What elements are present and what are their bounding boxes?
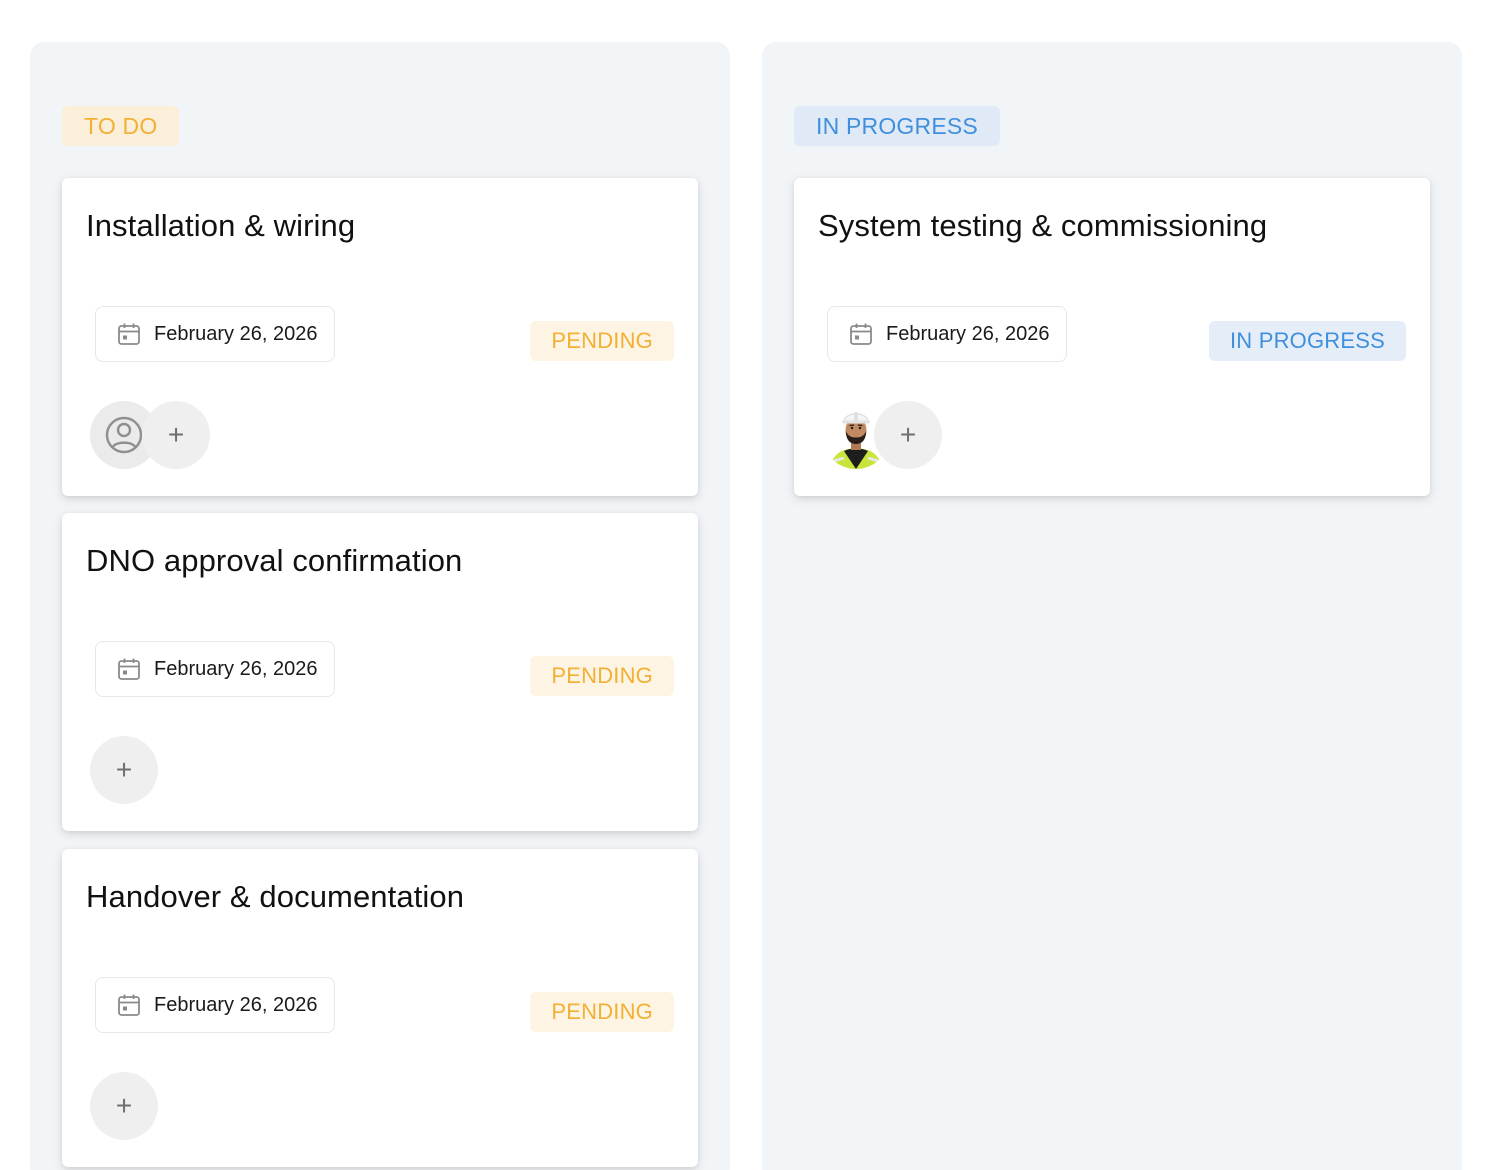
plus-icon: +	[115, 754, 133, 785]
due-date-chip[interactable]: February 26, 2026	[95, 306, 336, 362]
kanban-board: TO DO Installation & wiring February 26,…	[0, 0, 1492, 1170]
task-card[interactable]: System testing & commissioning February …	[794, 178, 1430, 496]
plus-icon: +	[115, 1090, 133, 1121]
add-assignee-button[interactable]: +	[90, 1072, 158, 1140]
due-date-chip[interactable]: February 26, 2026	[95, 977, 336, 1033]
calendar-icon	[848, 321, 874, 347]
task-title: Installation & wiring	[86, 208, 356, 243]
task-title: DNO approval confirmation	[86, 543, 463, 578]
task-card[interactable]: Installation & wiring February 26, 2026 …	[62, 178, 698, 496]
column-todo: TO DO Installation & wiring February 26,…	[30, 42, 730, 1170]
task-card[interactable]: Handover & documentation February 26, 20…	[62, 849, 698, 1167]
plus-icon: +	[167, 419, 185, 450]
calendar-icon	[116, 656, 142, 682]
column-label-todo: TO DO	[62, 106, 180, 146]
status-badge: PENDING	[530, 321, 674, 361]
calendar-icon	[116, 321, 142, 347]
add-assignee-button[interactable]: +	[90, 736, 158, 804]
task-title: System testing & commissioning	[818, 208, 1268, 243]
due-date-chip[interactable]: February 26, 2026	[95, 641, 336, 697]
due-date-chip[interactable]: February 26, 2026	[827, 306, 1068, 362]
status-badge: PENDING	[530, 656, 674, 696]
calendar-icon	[116, 992, 142, 1018]
task-card[interactable]: DNO approval confirmation February 26, 2…	[62, 513, 698, 831]
due-date-text: February 26, 2026	[154, 657, 318, 680]
due-date-text: February 26, 2026	[154, 322, 318, 345]
status-badge: PENDING	[530, 992, 674, 1032]
task-title: Handover & documentation	[86, 879, 465, 914]
status-badge: IN PROGRESS	[1208, 321, 1406, 361]
column-in-progress: IN PROGRESS System testing & commissioni…	[762, 42, 1462, 1170]
due-date-text: February 26, 2026	[886, 322, 1050, 345]
add-assignee-button[interactable]: +	[142, 401, 210, 469]
due-date-text: February 26, 2026	[154, 993, 318, 1016]
add-assignee-button[interactable]: +	[874, 401, 942, 469]
column-label-in-progress: IN PROGRESS	[794, 106, 1000, 146]
plus-icon: +	[899, 419, 917, 450]
